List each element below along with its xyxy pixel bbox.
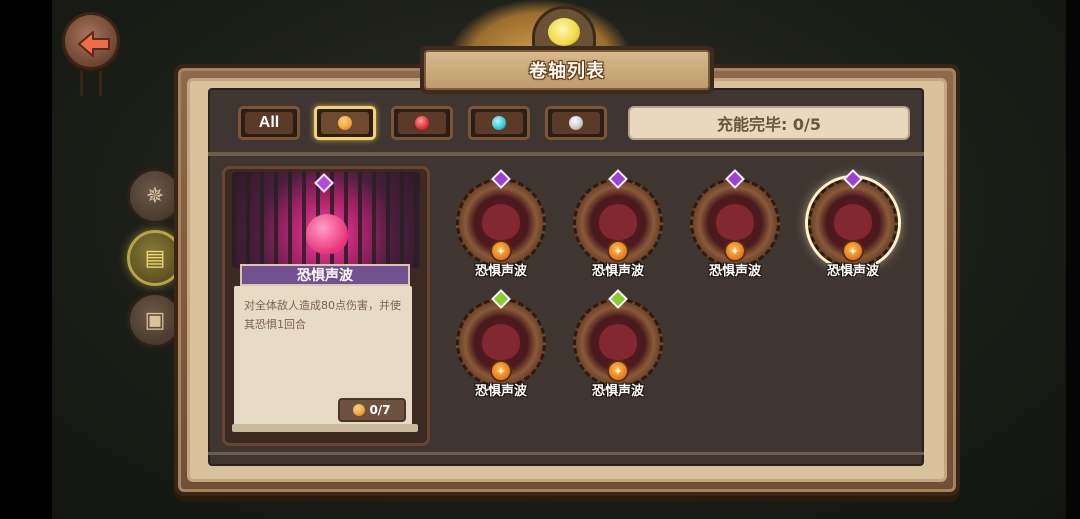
scroll-count: 0/7	[369, 403, 391, 417]
scroll-item[interactable]: ✦ 恐惧声波	[573, 169, 663, 282]
divider-bottom	[208, 452, 924, 455]
fire-element-icon: ✦	[607, 240, 629, 262]
compass-icon: ✵	[145, 183, 165, 209]
scroll-foot	[232, 424, 418, 432]
fire-element-icon	[353, 404, 366, 416]
title-plank: 卷轴列表	[420, 46, 714, 94]
scroll-item[interactable]: ✦ 恐惧声波	[456, 169, 546, 282]
fire-element-icon: ✦	[607, 360, 629, 382]
tab-fire[interactable]	[314, 106, 376, 140]
divider-top	[208, 152, 924, 156]
charge-status: 充能完毕: 0/5	[628, 106, 910, 140]
scroll-item-label: 恐惧声波	[474, 384, 527, 399]
page-title: 卷轴列表	[529, 61, 605, 82]
monster-silhouette-icon	[834, 204, 872, 240]
scroll-item-label: 恐惧声波	[826, 264, 879, 279]
scroll-item-selected[interactable]: ✦ 恐惧声波	[808, 169, 898, 282]
crest-gem-icon	[548, 18, 580, 46]
scroll-item-label: 恐惧声波	[474, 264, 527, 279]
scroll-item-label: 恐惧声波	[708, 264, 761, 279]
water-element-icon	[492, 116, 506, 130]
dark-element-icon	[569, 116, 583, 130]
monster-icon	[306, 214, 348, 254]
tab-all-label: All	[258, 114, 280, 131]
monster-silhouette-icon	[482, 324, 520, 360]
fire-element-icon: ✦	[490, 360, 512, 382]
scroll-item-label: 恐惧声波	[591, 384, 644, 399]
tab-blood[interactable]	[391, 106, 453, 140]
charge-status-text: 充能完毕: 0/5	[716, 115, 822, 134]
fire-element-icon: ✦	[490, 240, 512, 262]
monster-silhouette-icon	[599, 204, 637, 240]
fire-element-icon: ✦	[724, 240, 746, 262]
tab-dark[interactable]	[545, 106, 607, 140]
scroll-description: 对全体敌人造成80点伤害，并使其恐惧1回合	[244, 299, 401, 331]
scroll-count-badge: 0/7	[338, 398, 406, 422]
fire-element-icon	[338, 116, 352, 130]
scroll-icon: ▤	[144, 245, 166, 271]
monster-silhouette-icon	[716, 204, 754, 240]
monster-silhouette-icon	[482, 204, 520, 240]
right-edge	[1066, 0, 1080, 519]
box-icon: ▣	[144, 307, 166, 333]
scroll-item[interactable]: ✦ 恐惧声波	[456, 289, 546, 402]
fire-element-icon: ✦	[842, 240, 864, 262]
monster-silhouette-icon	[599, 324, 637, 360]
back-button[interactable]	[62, 12, 120, 70]
left-edge	[0, 0, 52, 519]
back-arrow-icon	[78, 31, 110, 57]
scroll-item-label: 恐惧声波	[591, 264, 644, 279]
blood-element-icon	[415, 116, 429, 130]
tab-water[interactable]	[468, 106, 530, 140]
scroll-item[interactable]: ✦ 恐惧声波	[573, 289, 663, 402]
tab-all[interactable]: All	[238, 106, 300, 140]
back-button-stand	[80, 68, 102, 96]
scroll-name-banner: 恐惧声波	[240, 264, 410, 286]
scroll-name: 恐惧声波	[297, 268, 353, 284]
scroll-item[interactable]: ✦ 恐惧声波	[690, 169, 780, 282]
